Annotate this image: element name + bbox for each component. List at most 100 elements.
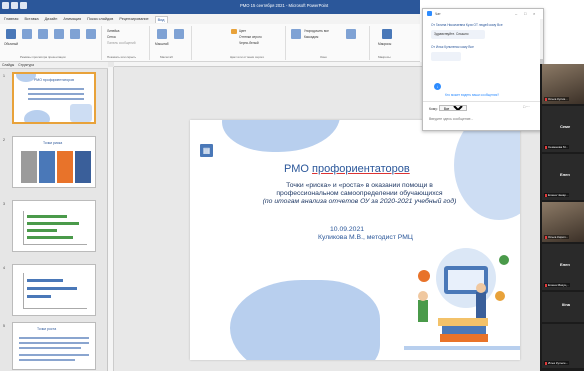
chat-message-bubble: [431, 52, 461, 61]
scroll-down-icon[interactable]: ↓: [434, 83, 441, 90]
slide-title[interactable]: РМО профориентаторов: [284, 163, 410, 175]
group-label-zoom: Масштаб: [160, 55, 173, 59]
slide-title-underlined: профориентаторов: [312, 163, 410, 175]
group-window: Упорядочить все Каскадом Окно: [288, 26, 370, 60]
grid-checkbox[interactable]: Сетка: [107, 35, 116, 39]
tab-view[interactable]: Вид: [154, 15, 168, 23]
chat-tools: □ ⋯: [523, 105, 530, 109]
participant-video[interactable]: Ольга Кирил...: [542, 202, 584, 242]
slide-number: 5: [3, 324, 5, 328]
attach-file-icon[interactable]: □: [523, 105, 525, 109]
slide-thumbnail-1[interactable]: РМО профориентаторов: [12, 72, 96, 124]
muted-mic-icon: [545, 193, 547, 197]
redo-icon[interactable]: [20, 2, 27, 9]
slide-subtitle[interactable]: Точки «риска» и «роста» в оказании помощ…: [252, 182, 467, 206]
new-window-button[interactable]: [291, 29, 301, 39]
notes-master-button[interactable]: [86, 29, 96, 39]
slide-thumbnail-4[interactable]: [12, 264, 96, 316]
thumb-line: [19, 359, 75, 361]
participant-video[interactable]: Илья Кульпе...: [542, 324, 584, 368]
participant-video[interactable]: Ilina: [542, 292, 584, 322]
thumb-title: Точки роста: [37, 327, 57, 331]
thumb-line: [28, 88, 84, 90]
switch-window-button[interactable]: [346, 29, 356, 39]
slide-number: 1: [3, 74, 5, 78]
color-button[interactable]: [231, 29, 237, 34]
sorter-view-button[interactable]: [22, 29, 32, 39]
participant-label: Илья Кульпе...: [544, 361, 570, 365]
thumb-line: [28, 93, 84, 95]
current-slide[interactable]: РМО профориентаторов Точки «риска» и «ро…: [190, 120, 520, 360]
pane-tabs: Слайды Структура: [0, 62, 108, 69]
recipient-select[interactable]: Все: [438, 105, 467, 111]
participant-label: Елена Мазуц...: [544, 283, 570, 287]
tab-slides[interactable]: Слайды: [2, 63, 14, 67]
macros-label: Макросы: [378, 42, 392, 46]
chat-visibility-notice[interactable]: Кто может видеть ваши сообщения?: [445, 93, 499, 97]
cascade-label[interactable]: Каскадом: [304, 35, 318, 39]
slide-thumbnail-3[interactable]: [12, 200, 96, 252]
ruler-checkbox[interactable]: Линейка: [107, 29, 119, 33]
maximize-icon[interactable]: □: [524, 11, 526, 16]
close-icon[interactable]: ×: [533, 11, 535, 16]
slide-number: 4: [3, 266, 5, 270]
slide-author: Куликова М.В., методист РМЦ: [318, 234, 413, 241]
slide-thumbnail-5[interactable]: Точки роста: [12, 322, 96, 370]
group-macros: Макросы Макросы: [372, 26, 404, 60]
bw-label[interactable]: Черно-белый: [239, 41, 259, 45]
participant-video[interactable]: Елен Елена Чекар...: [542, 154, 584, 200]
participant-label: Семенова М...: [544, 145, 569, 149]
participant-video[interactable]: Ольга Кулик...: [542, 64, 584, 104]
participant-label-text: Семенова М...: [548, 145, 568, 149]
chat-message-input[interactable]: [429, 115, 537, 123]
presenter-icon[interactable]: ▦: [199, 143, 214, 158]
chat-message-sender: От Галина Николаевна Кузя ОТ людей кому …: [431, 23, 503, 27]
thumb-blob: [24, 110, 50, 122]
thumb-bar: [27, 295, 51, 298]
muted-mic-icon: [545, 145, 547, 149]
thumb-title: РМО профориентаторов: [34, 78, 74, 82]
zoom-button[interactable]: [157, 29, 167, 39]
message-bar-checkbox[interactable]: Панель сообщений: [107, 41, 136, 45]
window-titlebar: РМО 15 сентября 2021 - Microsoft PowerPo…: [0, 0, 420, 14]
group-label-views: Режимы просмотра презентации: [20, 55, 66, 59]
participant-label-text: Ольга Кулик...: [548, 97, 568, 101]
macros-button[interactable]: [382, 29, 392, 39]
window-title: РМО 15 сентября 2021 - Microsoft PowerPo…: [240, 3, 329, 8]
tab-review[interactable]: Рецензирование: [119, 17, 148, 21]
normal-view-button[interactable]: [6, 29, 16, 39]
thumb-column: [39, 151, 55, 183]
thumb-column: [75, 151, 91, 183]
minimize-icon[interactable]: –: [515, 11, 517, 16]
tab-slideshow[interactable]: Показ слайдов: [87, 17, 113, 21]
thumb-bar: [27, 215, 67, 218]
tab-outline[interactable]: Структура: [18, 63, 34, 67]
slide-number: 3: [3, 202, 5, 206]
handout-master-button[interactable]: [70, 29, 80, 39]
group-label-color: Цвет или оттенки серого: [230, 55, 265, 59]
tab-home[interactable]: Главная: [4, 17, 18, 21]
group-presentation-views: Обычный Режимы просмотра презентации: [2, 26, 102, 60]
slide-thumbnail-2[interactable]: Точки риска: [12, 136, 96, 188]
thumb-line: [19, 347, 81, 349]
participant-video[interactable]: Семе Семенова М...: [542, 106, 584, 152]
tab-animation[interactable]: Анимация: [63, 17, 81, 21]
muted-mic-icon: [545, 97, 547, 101]
grayscale-label[interactable]: Оттенки серого: [239, 35, 262, 39]
slide-master-button[interactable]: [54, 29, 64, 39]
ribbon-tabs: Главная Вставка Дизайн Анимация Показ сл…: [0, 14, 420, 24]
color-label: Цвет: [239, 29, 247, 33]
notes-page-button[interactable]: [38, 29, 48, 39]
tab-insert[interactable]: Вставка: [24, 17, 38, 21]
fit-window-button[interactable]: [174, 29, 184, 39]
undo-icon[interactable]: [11, 2, 18, 9]
tab-design[interactable]: Дизайн: [45, 17, 58, 21]
muted-mic-icon: [545, 283, 547, 287]
save-icon[interactable]: [2, 2, 9, 9]
group-label-window: Окно: [320, 55, 327, 59]
participant-video[interactable]: Елен Елена Мазуц...: [542, 244, 584, 290]
more-options-icon[interactable]: ⋯: [526, 105, 530, 109]
arrange-all-label[interactable]: Упорядочить все: [304, 29, 329, 33]
thumb-line: [28, 98, 84, 100]
participant-label: Елена Чекар...: [544, 193, 570, 197]
